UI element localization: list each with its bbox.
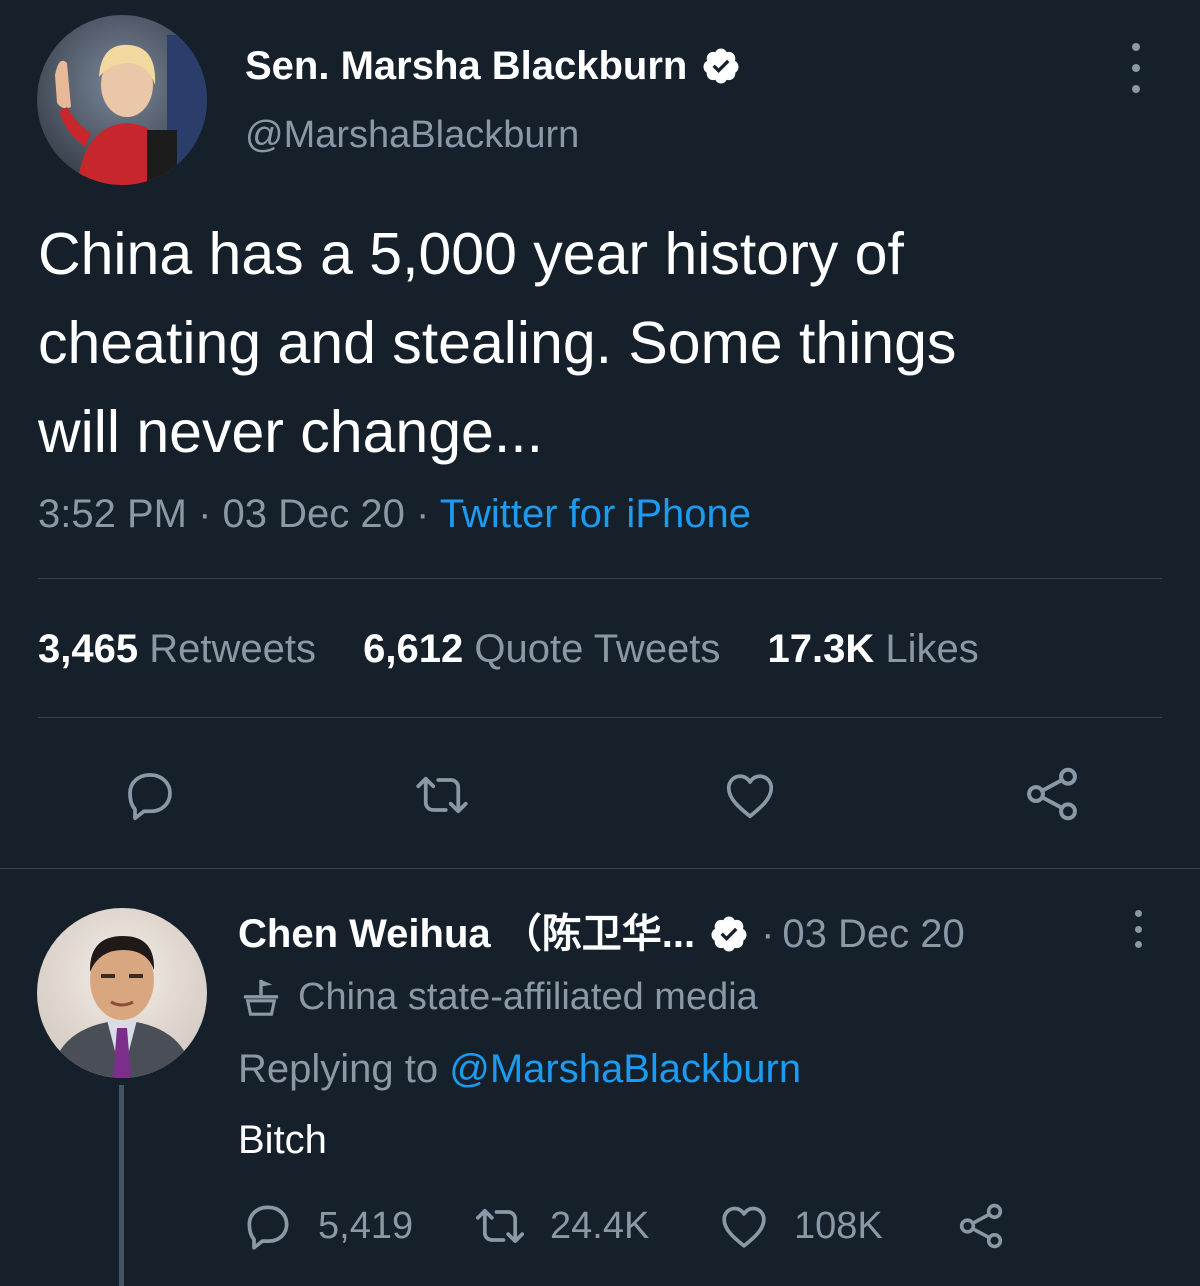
- author-display-name[interactable]: Sen. Marsha Blackburn: [245, 40, 687, 92]
- reply-action-bar: 5,419 24.4K 108K: [240, 1198, 1030, 1254]
- retweets-count: 3,465: [38, 627, 139, 671]
- replying-prefix: Replying to: [238, 1047, 439, 1091]
- author-avatar[interactable]: [37, 15, 207, 185]
- like-icon: [722, 1206, 766, 1248]
- tweet-time[interactable]: 3:52 PM: [38, 492, 187, 536]
- likes-stat[interactable]: 17.3K Likes: [768, 627, 979, 671]
- reply-text: Bitch: [238, 1118, 327, 1162]
- podium-icon: [243, 979, 279, 1016]
- reply-retweets-count: 24.4K: [550, 1205, 650, 1247]
- author-name-row[interactable]: Sen. Marsha Blackburn: [245, 40, 741, 92]
- like-icon[interactable]: [720, 765, 780, 825]
- tweet-metadata: 3:52 PM · 03 Dec 20 · Twitter for iPhone: [38, 488, 751, 540]
- author-handle[interactable]: @MarshaBlackburn: [245, 110, 579, 160]
- replying-to: Replying to @MarshaBlackburn: [238, 1043, 801, 1095]
- reply-date[interactable]: 03 Dec 20: [782, 908, 964, 960]
- reply-icon[interactable]: [120, 765, 180, 825]
- tweet-source-link[interactable]: Twitter for iPhone: [440, 492, 751, 536]
- replying-mention-link[interactable]: @MarshaBlackburn: [449, 1047, 801, 1091]
- reply-author-name[interactable]: Chen Weihua （陈卫华...: [238, 908, 695, 960]
- more-options-icon[interactable]: [1126, 43, 1146, 93]
- reply-share-button[interactable]: [954, 1199, 1030, 1253]
- reply-author-avatar[interactable]: [37, 908, 207, 1078]
- likes-label: Likes: [885, 627, 979, 671]
- quote-tweets-label: Quote Tweets: [474, 627, 721, 671]
- reply-like-button[interactable]: 108K: [716, 1198, 954, 1254]
- share-icon[interactable]: [1020, 762, 1080, 822]
- retweets-label: Retweets: [149, 627, 316, 671]
- verified-badge-icon: [709, 914, 749, 954]
- likes-count: 17.3K: [767, 627, 875, 671]
- reply-likes-count: 108K: [794, 1205, 883, 1247]
- reply-reply-button[interactable]: 5,419: [240, 1198, 472, 1254]
- share-icon: [959, 1203, 1003, 1249]
- reply-date-separator: ·: [761, 912, 775, 956]
- divider: [38, 578, 1162, 579]
- meta-separator: ·: [416, 492, 430, 536]
- reply-icon: [247, 1205, 289, 1250]
- tweet-stats: 3,465 Retweets 6,612 Quote Tweets 17.3K …: [38, 623, 1015, 675]
- thread-line: [119, 1085, 124, 1286]
- verified-badge-icon: [701, 46, 741, 86]
- quote-tweets-count: 6,612: [363, 627, 464, 671]
- reply-more-options-icon[interactable]: [1128, 910, 1148, 948]
- quote-tweets-stat[interactable]: 6,612 Quote Tweets: [363, 627, 720, 671]
- divider: [38, 717, 1162, 718]
- tweet-date[interactable]: 03 Dec 20: [223, 492, 405, 536]
- divider: [0, 868, 1200, 869]
- affiliation-text: China state-affiliated media: [298, 976, 758, 1018]
- tweet-text-line: will never change...: [38, 399, 544, 465]
- meta-separator: ·: [198, 492, 212, 536]
- retweet-icon: [475, 1208, 525, 1244]
- tweet-text-line: China has a 5,000 year history of: [38, 221, 904, 287]
- reply-replies-count: 5,419: [318, 1205, 414, 1247]
- state-media-label[interactable]: China state-affiliated media: [238, 972, 758, 1022]
- reply-header: Chen Weihua （陈卫华... · 03 Dec 20: [238, 908, 965, 960]
- reply-retweet-button[interactable]: 24.4K: [472, 1198, 716, 1254]
- tweet-text: China has a 5,000 year history of cheati…: [38, 210, 1158, 477]
- retweet-icon[interactable]: [412, 765, 472, 825]
- tweet-text-line: cheating and stealing. Some things: [38, 310, 957, 376]
- retweets-stat[interactable]: 3,465 Retweets: [38, 627, 316, 671]
